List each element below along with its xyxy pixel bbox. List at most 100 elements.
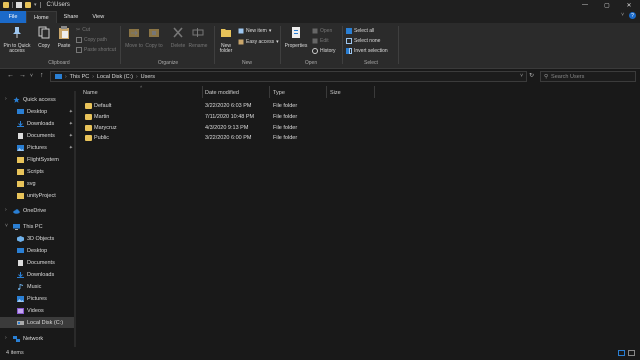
close-button[interactable]: ✕ [618, 0, 640, 10]
copy-path-button[interactable]: Copy path [76, 36, 107, 44]
expand-chevron-icon[interactable]: › [5, 96, 7, 102]
column-header-date-modified[interactable]: Date modified [205, 87, 239, 98]
column-header-name[interactable]: Name [83, 87, 98, 98]
copy-path-icon [76, 37, 82, 43]
refresh-icon[interactable]: ↻ [529, 72, 534, 79]
sidebar-item-label: This PC [23, 223, 43, 230]
delete-button[interactable]: Delete [168, 25, 188, 49]
copy-to-button[interactable]: Copy to [144, 25, 164, 49]
column-divider[interactable] [374, 86, 375, 98]
help-icon[interactable]: ? [629, 12, 636, 19]
address-bar[interactable]: › This PC › Local Disk (C:) › Users ˅ [50, 71, 527, 82]
file-date: 3/22/2020 6:03 PM [205, 103, 252, 109]
pictures-icon [17, 295, 24, 302]
sidebar-item-desktop[interactable]: Desktop ✦ [0, 106, 76, 117]
paste-shortcut-label: Paste shortcut [84, 47, 116, 53]
column-divider[interactable] [269, 86, 270, 98]
column-divider[interactable] [202, 86, 203, 98]
new-item-button[interactable]: New item ▾ [238, 27, 271, 35]
sidebar-item-documents-pc[interactable]: Documents [0, 257, 76, 268]
sidebar-item-flightsystem[interactable]: FlightSystem [0, 154, 76, 165]
properties-icon[interactable] [16, 2, 22, 8]
rename-button[interactable]: Rename [188, 25, 208, 49]
address-history-chevron-icon[interactable]: ˅ [520, 73, 523, 79]
sidebar-item-quick-access[interactable]: Quick access [0, 94, 76, 105]
new-item-label: New item [246, 28, 267, 34]
copy-button[interactable]: Copy [34, 25, 54, 49]
select-none-button[interactable]: Select none [346, 37, 380, 45]
sidebar-item-this-pc[interactable]: This PC [0, 221, 76, 232]
tab-share[interactable]: Share [57, 11, 86, 23]
sidebar-scrollbar[interactable] [74, 91, 76, 347]
tab-home[interactable]: Home [26, 11, 57, 23]
tab-file[interactable]: File [0, 11, 26, 23]
search-input[interactable] [551, 73, 632, 80]
file-type: File folder [273, 103, 298, 109]
forward-arrow-icon[interactable]: → [19, 72, 26, 79]
sidebar-item-music[interactable]: Music [0, 281, 76, 292]
new-folder-icon[interactable] [25, 2, 31, 8]
sidebar-item-scripts[interactable]: Scripts [0, 166, 76, 177]
collapse-chevron-icon[interactable]: ˅ [5, 223, 8, 229]
file-row[interactable]: Default 3/22/2020 6:03 PM File folder [82, 101, 338, 111]
cut-button[interactable]: ✂ Cut [76, 26, 90, 34]
breadcrumb-separator-icon[interactable]: › [136, 74, 138, 80]
edit-button[interactable]: Edit [312, 37, 329, 45]
sidebar-item-downloads-pc[interactable]: Downloads [0, 269, 76, 280]
column-header-type[interactable]: Type [273, 87, 285, 98]
expand-chevron-icon[interactable]: › [5, 335, 7, 341]
sidebar-item-pictures[interactable]: Pictures ✦ [0, 142, 76, 153]
properties-button[interactable]: Properties [282, 25, 310, 49]
sidebar-item-pictures-pc[interactable]: Pictures [0, 293, 76, 304]
delete-label: Delete [170, 42, 186, 49]
easy-access-button[interactable]: Easy access ▾ [238, 38, 279, 46]
paste-button[interactable]: Paste [54, 25, 74, 49]
file-row[interactable]: Marycruz 4/3/2020 9:13 PM File folder [82, 123, 338, 133]
column-divider[interactable] [326, 86, 327, 98]
details-view-icon[interactable] [618, 350, 625, 356]
open-button[interactable]: Open [312, 27, 332, 35]
maximize-button[interactable]: ▢ [596, 0, 618, 10]
new-folder-button[interactable]: New folder [216, 25, 236, 55]
pin-to-quick-access-button[interactable]: Pin to Quick access [2, 25, 32, 55]
sidebar-item-unityproject[interactable]: unityProject [0, 190, 76, 201]
dropdown-chevron-icon: ▾ [268, 28, 272, 34]
customize-toolbar-chevron-icon[interactable]: ▾ [34, 2, 37, 8]
sidebar-item-onedrive[interactable]: OneDrive [0, 205, 76, 216]
breadcrumb-users[interactable]: Users [141, 74, 155, 80]
recent-locations-chevron-icon[interactable]: ˅ [30, 73, 33, 79]
sidebar-item-network[interactable]: Network [0, 333, 76, 344]
breadcrumb-local-disk[interactable]: Local Disk (C:) [97, 74, 133, 80]
sidebar-item-local-disk[interactable]: Local Disk (C:) [0, 317, 76, 328]
column-header-size[interactable]: Size [330, 87, 341, 98]
up-arrow-icon[interactable]: ↑ [40, 72, 44, 79]
expand-chevron-icon[interactable]: › [5, 207, 7, 213]
sidebar-item-documents[interactable]: Documents ✦ [0, 130, 76, 141]
sidebar-item-label: Pictures [27, 144, 47, 151]
breadcrumb-separator-icon[interactable]: › [65, 74, 67, 80]
sidebar-item-label: svg [27, 180, 36, 187]
sidebar-item-svg[interactable]: svg [0, 178, 76, 189]
ribbon-tabs: File Home Share View ˅ ? [0, 10, 640, 23]
file-row[interactable]: Public 3/22/2020 6:00 PM File folder [82, 133, 338, 143]
sidebar-item-videos[interactable]: Videos [0, 305, 76, 316]
minimize-button[interactable]: — [574, 0, 596, 10]
sidebar-item-3d-objects[interactable]: 3D Objects [0, 233, 76, 244]
new-folder-label: New folder [219, 42, 233, 54]
search-box[interactable]: ⚲ [540, 71, 636, 82]
history-button[interactable]: History [312, 47, 336, 55]
back-arrow-icon[interactable]: ← [7, 72, 14, 79]
select-all-button[interactable]: Select all [346, 27, 374, 35]
large-icons-view-icon[interactable] [628, 350, 635, 356]
breadcrumb-separator-icon[interactable]: › [92, 74, 94, 80]
invert-selection-button[interactable]: Invert selection [346, 47, 388, 55]
breadcrumb-this-pc[interactable]: This PC [70, 74, 90, 80]
paste-shortcut-button[interactable]: Paste shortcut [76, 46, 116, 54]
tab-view[interactable]: View [85, 11, 111, 23]
expand-ribbon-chevron-icon[interactable]: ˅ [621, 12, 624, 19]
group-divider [214, 26, 215, 64]
file-row[interactable]: Martin 7/11/2020 10:48 PM File folder [82, 112, 338, 122]
move-to-button[interactable]: Move to [124, 25, 144, 49]
sidebar-item-desktop-pc[interactable]: Desktop [0, 245, 76, 256]
sidebar-item-downloads[interactable]: Downloads ✦ [0, 118, 76, 129]
